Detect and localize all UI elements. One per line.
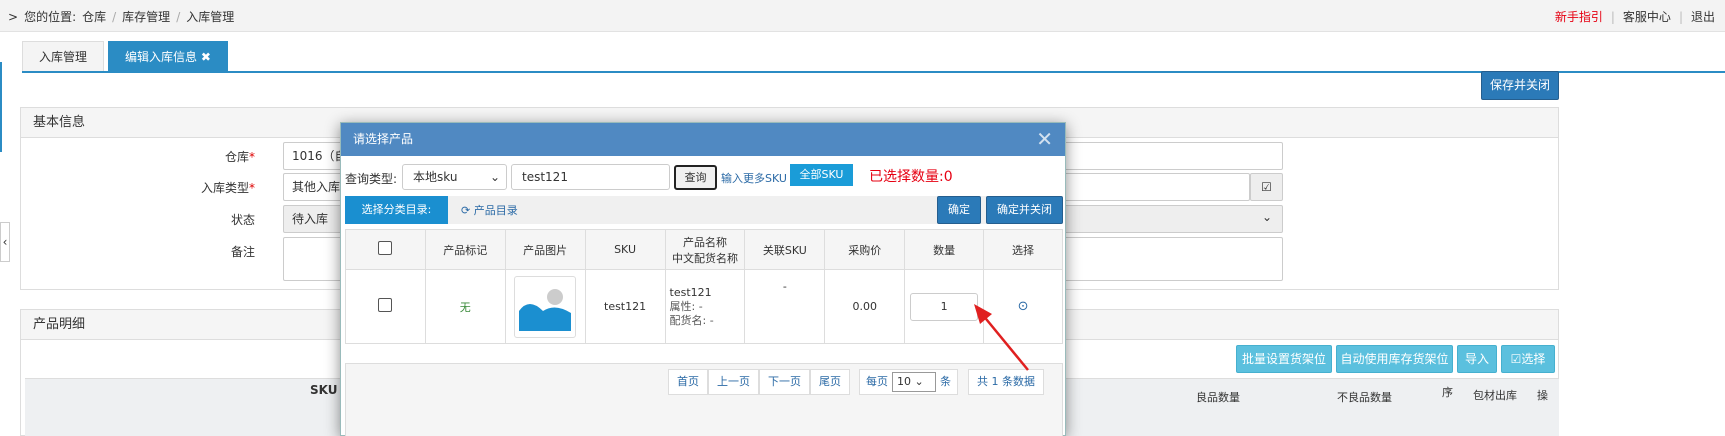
all-sku-button[interactable]: 全部SKU (790, 164, 853, 186)
col-name-2: 中文配货名称 (671, 251, 738, 265)
product-dir-text: 产品目录 (473, 204, 518, 217)
col-name: 产品名称中文配货名称 (664, 229, 746, 270)
type-label: 入库类型* (195, 179, 255, 196)
status-label: 状态 (230, 213, 255, 227)
note-label: 备注 (230, 245, 255, 259)
required-mark: * (249, 150, 255, 164)
row-check-cell (345, 269, 426, 344)
pager-prev[interactable]: 上一页 (708, 369, 759, 395)
tab-edit-inbound[interactable]: 编辑入库信息 ✖ (108, 41, 228, 72)
query-type-value: 本地sku (413, 170, 458, 184)
required-mark: * (249, 181, 255, 195)
col-related: 关联SKU (744, 229, 826, 270)
top-bar (0, 0, 1725, 32)
product-table: 产品标记 产品图片 SKU 产品名称中文配货名称 关联SKU 采购价 数量 选择… (345, 229, 1063, 344)
confirm-button[interactable]: 确定 (937, 196, 981, 224)
breadcrumb-separator: / (176, 9, 181, 24)
import-button[interactable]: 导入 (1457, 345, 1497, 373)
page-size-select[interactable]: 10 ⌄ (892, 372, 936, 392)
tab-underline (22, 71, 1725, 73)
logout-link[interactable]: 退出 (1691, 8, 1715, 25)
select-product-modal: 请选择产品 ✕ 查询类型: 本地sku ⌄ test121 查询 输入更多SKU … (340, 122, 1066, 436)
detail-col-bad: 不良品数量 (1337, 391, 1392, 404)
col-name-1: 产品名称 (682, 235, 727, 249)
service-link[interactable]: 客服中心 (1623, 8, 1671, 25)
chevron-right-icon: > (8, 9, 19, 24)
warehouse-label-text: 仓库 (224, 150, 249, 164)
modal-title: 请选择产品 (341, 123, 1065, 156)
breadcrumb: > 您的位置: 仓库 / 库存管理 / 入库管理 (8, 8, 234, 25)
col-image: 产品图片 (504, 229, 586, 270)
row-alloc: 配货名: - (669, 313, 714, 327)
select-all-checkbox[interactable] (378, 241, 393, 255)
top-links: 新手指引 | 客服中心 | 退出 (1555, 8, 1715, 25)
confirm-close-button[interactable]: 确定并关闭 (986, 196, 1063, 224)
col-sku: SKU (584, 229, 666, 270)
detail-col-sku: SKU (310, 383, 338, 397)
tab-inbound-management[interactable]: 入库管理 (22, 41, 105, 72)
warehouse-label: 仓库* (195, 148, 255, 165)
per-page-label: 每页 (866, 375, 888, 388)
col-choose: 选择 (983, 229, 1063, 270)
unit-label: 条 (940, 375, 951, 388)
type-label-text: 入库类型 (200, 181, 249, 195)
save-close-button[interactable]: 保存并关闭 (1481, 71, 1559, 100)
chevron-down-icon: ⌄ (1262, 210, 1273, 224)
link-separator: | (1610, 9, 1615, 24)
query-type-label: 查询类型: (345, 172, 398, 186)
detail-col-seq: 序 (1442, 386, 1453, 399)
refresh-icon: ⟳ (461, 204, 474, 217)
guide-link[interactable]: 新手指引 (1555, 8, 1603, 25)
row-price: 0.00 (824, 269, 906, 344)
pager-next[interactable]: 下一页 (759, 369, 810, 395)
row-name-cell: test121 属性: - 配货名: - (664, 269, 746, 344)
row-sku: test121 (584, 269, 666, 344)
auto-shelf-button[interactable]: 自动使用库存货架位 (1336, 345, 1453, 373)
category-label[interactable]: 选择分类目录: (345, 196, 448, 224)
page-size-value: 10 (897, 375, 911, 388)
breadcrumb-warehouse[interactable]: 仓库 (82, 8, 106, 25)
pager: 首页 上一页 下一页 尾页 (668, 369, 850, 395)
row-related: - (744, 269, 826, 344)
product-image-icon (514, 275, 577, 338)
col-qty: 数量 (904, 229, 985, 270)
row-name: test121 (669, 285, 712, 299)
col-price: 采购价 (824, 229, 906, 270)
breadcrumb-inbound[interactable]: 入库管理 (186, 8, 234, 25)
breadcrumb-prefix: 您的位置: (24, 10, 77, 24)
detail-col-pack: 包材出库 (1473, 389, 1517, 402)
more-sku-link[interactable]: 输入更多SKU (721, 170, 787, 186)
col-mark: 产品标记 (424, 229, 506, 270)
detail-col-good: 良品数量 (1196, 391, 1240, 404)
breadcrumb-inventory[interactable]: 库存管理 (122, 8, 170, 25)
detail-col-op: 操 (1537, 389, 1548, 402)
tab-bar: 入库管理 编辑入库信息 ✖ (22, 41, 228, 72)
query-type-select[interactable]: 本地sku ⌄ (402, 164, 507, 190)
batch-shelf-button[interactable]: 批量设置货架位 (1236, 345, 1332, 373)
row-checkbox[interactable] (378, 298, 393, 312)
edit-check-icon[interactable]: ☑ (1250, 173, 1283, 201)
left-accent (0, 62, 2, 152)
product-dir-link[interactable]: ⟳ 产品目录 (461, 202, 518, 218)
pager-first[interactable]: 首页 (668, 369, 708, 395)
row-image-cell (504, 269, 586, 344)
row-attr: 属性: - (669, 299, 703, 313)
pager-last[interactable]: 尾页 (810, 369, 850, 395)
selected-count: 已选择数量:0 (869, 169, 953, 185)
page-size-box: 每页 10 ⌄ 条 (859, 369, 958, 395)
close-icon[interactable]: ✕ (1036, 127, 1053, 151)
annotation-arrow-icon (974, 304, 1029, 371)
link-separator: | (1678, 9, 1683, 24)
breadcrumb-separator: / (112, 9, 117, 24)
query-input[interactable]: test121 (511, 164, 670, 190)
query-button[interactable]: 查询 (674, 165, 717, 190)
col-check (345, 229, 426, 270)
image-placeholder-icon (519, 288, 572, 331)
collapse-arrow-icon[interactable]: ‹ (0, 222, 10, 262)
table-row: 无 test121 test121 属性: - 配货名: - - 0.00 1 … (345, 269, 1063, 344)
chevron-down-icon: ⌄ (489, 170, 500, 184)
select-button[interactable]: ☑选择 (1501, 345, 1555, 373)
table-header-row: 产品标记 产品图片 SKU 产品名称中文配货名称 关联SKU 采购价 数量 选择 (345, 229, 1063, 270)
row-mark: 无 (424, 269, 506, 344)
